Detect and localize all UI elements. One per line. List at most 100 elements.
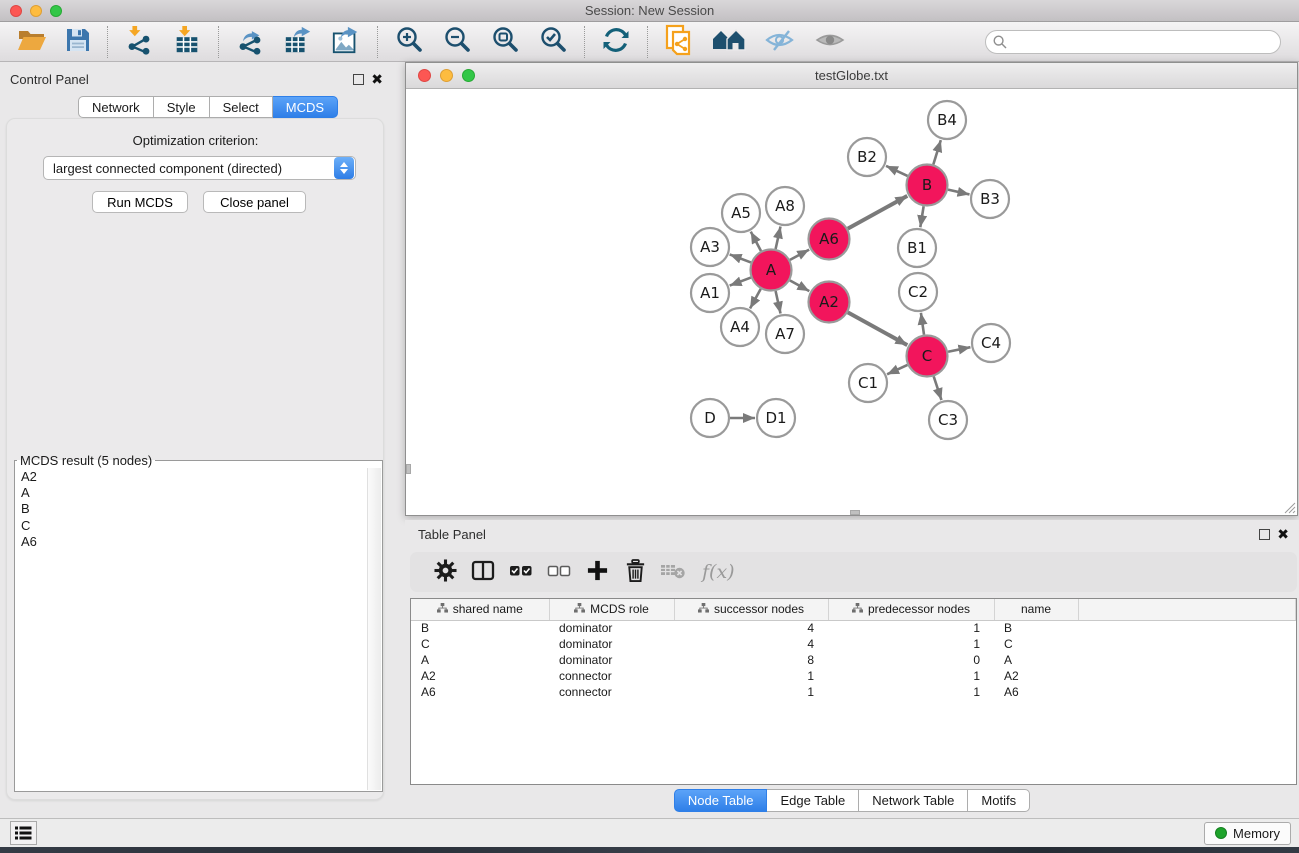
graph-edge-A-A5[interactable] <box>751 232 761 251</box>
select-all-rows-button[interactable] <box>504 555 538 589</box>
column-header-shared-name[interactable]: shared name <box>411 599 549 620</box>
canvas-scroll-indicator[interactable] <box>850 510 860 515</box>
tab-mcds[interactable]: MCDS <box>273 96 338 118</box>
graph-edge-A-A7[interactable] <box>776 291 781 313</box>
open-session-button[interactable] <box>8 24 56 60</box>
column-header-predecessor-nodes[interactable]: predecessor nodes <box>828 599 994 620</box>
graph-edge-A6-B[interactable] <box>848 196 907 229</box>
graph-edge-B-B2[interactable] <box>886 166 907 176</box>
graph-edge-A-A3[interactable] <box>730 254 751 262</box>
delete-column-button[interactable] <box>618 555 652 589</box>
graph-node-A3[interactable]: A3 <box>691 228 729 266</box>
graph-node-D[interactable]: D <box>691 399 729 437</box>
tab-style[interactable]: Style <box>154 96 210 118</box>
show-column-button[interactable] <box>466 555 500 589</box>
graph-node-A[interactable]: A <box>751 250 792 291</box>
graph-edge-B-B1[interactable] <box>920 206 923 227</box>
zoom-fit-button[interactable] <box>481 24 529 60</box>
graph-node-C2[interactable]: C2 <box>899 273 937 311</box>
graph-edge-A-A1[interactable] <box>730 278 751 286</box>
graph-edge-C-C3[interactable] <box>934 376 942 400</box>
graph-node-A5[interactable]: A5 <box>722 194 760 232</box>
graph-edge-A-A2[interactable] <box>790 280 809 291</box>
close-panel-icon[interactable]: ✖ <box>371 74 383 85</box>
graph-edge-B-B4[interactable] <box>933 140 941 164</box>
table-row[interactable]: Adominator80A <box>411 652 1296 668</box>
float-panel-icon[interactable] <box>1259 529 1270 540</box>
graph-node-C3[interactable]: C3 <box>929 401 967 439</box>
export-network-button[interactable] <box>226 24 274 60</box>
column-header-name[interactable]: name <box>994 599 1078 620</box>
export-table-button[interactable] <box>274 24 322 60</box>
mcds-result-item[interactable]: A <box>21 485 367 501</box>
float-panel-icon[interactable] <box>353 74 364 85</box>
graph-node-B2[interactable]: B2 <box>848 138 886 176</box>
memory-button[interactable]: Memory <box>1204 822 1291 845</box>
mcds-result-item[interactable]: C <box>21 518 367 534</box>
show-all-networks-button[interactable] <box>703 24 755 60</box>
graph-node-A8[interactable]: A8 <box>766 187 804 225</box>
refresh-view-button[interactable] <box>592 24 640 60</box>
table-row[interactable]: A2connector11A2 <box>411 668 1296 684</box>
show-task-history-button[interactable] <box>10 821 37 845</box>
tab-select[interactable]: Select <box>210 96 273 118</box>
graph-node-C[interactable]: C <box>907 336 948 377</box>
zoom-selected-button[interactable] <box>529 24 577 60</box>
tab-network[interactable]: Network <box>78 96 154 118</box>
graph-edge-A-A6[interactable] <box>790 250 809 260</box>
graph-node-A4[interactable]: A4 <box>721 308 759 346</box>
export-image-button[interactable] <box>322 24 370 60</box>
graph-node-B4[interactable]: B4 <box>928 101 966 139</box>
column-header-successor-nodes[interactable]: successor nodes <box>674 599 828 620</box>
delete-table-button[interactable] <box>656 555 690 589</box>
search-input[interactable] <box>985 30 1281 54</box>
network-canvas[interactable]: B4 B2 B B3 B1 A5A8A6 A3 A A1 A2 C2 A4A7 C4 C C1 C3 D D1 <box>406 89 1297 515</box>
graph-node-A1[interactable]: A1 <box>691 274 729 312</box>
function-builder-button[interactable]: f(x) <box>694 555 743 589</box>
table-row[interactable]: Bdominator41B <box>411 620 1296 636</box>
create-column-button[interactable] <box>580 555 614 589</box>
hide-graphics-details-button[interactable] <box>755 24 805 60</box>
network-window-titlebar[interactable]: testGlobe.txt <box>406 63 1297 89</box>
graph-edge-A-A4[interactable] <box>750 289 761 309</box>
mcds-result-item[interactable]: B <box>21 501 367 517</box>
tab-network-table[interactable]: Network Table <box>859 789 968 812</box>
graph-node-A7[interactable]: A7 <box>766 315 804 353</box>
tab-edge-table[interactable]: Edge Table <box>767 789 859 812</box>
graph-edge-C-C2[interactable] <box>921 313 924 335</box>
graph-edge-B-B3[interactable] <box>948 190 970 195</box>
tab-node-table[interactable]: Node Table <box>674 789 768 812</box>
criterion-dropdown[interactable]: largest connected component (directed) <box>43 156 356 180</box>
graph-node-A6[interactable]: A6 <box>809 219 850 260</box>
graph-edge-A-A8[interactable] <box>776 227 781 249</box>
graph-edge-C-C1[interactable] <box>887 365 907 374</box>
import-network-button[interactable] <box>115 24 163 60</box>
table-settings-button[interactable] <box>428 555 462 589</box>
column-header-mcds-role[interactable]: MCDS role <box>549 599 674 620</box>
tab-motifs[interactable]: Motifs <box>968 789 1030 812</box>
mcds-result-item[interactable]: A2 <box>21 469 367 485</box>
graph-node-B[interactable]: B <box>907 165 948 206</box>
canvas-scroll-indicator[interactable] <box>406 464 411 474</box>
run-mcds-button[interactable]: Run MCDS <box>92 191 188 213</box>
close-panel-button[interactable]: Close panel <box>203 191 306 213</box>
graph-node-C1[interactable]: C1 <box>849 364 887 402</box>
table-row[interactable]: A6connector11A6 <box>411 684 1296 700</box>
mcds-result-item[interactable]: A6 <box>21 534 367 550</box>
graph-node-A2[interactable]: A2 <box>809 282 850 323</box>
close-panel-icon[interactable]: ✖ <box>1277 529 1289 540</box>
resize-grip-icon[interactable] <box>1282 500 1296 514</box>
result-scrollbar[interactable] <box>367 468 381 790</box>
deselect-all-rows-button[interactable] <box>542 555 576 589</box>
graph-edge-C-C4[interactable] <box>948 347 970 352</box>
save-session-button[interactable] <box>56 24 100 60</box>
new-network-from-selection-button[interactable] <box>655 24 703 60</box>
graph-node-B1[interactable]: B1 <box>898 229 936 267</box>
table-row[interactable]: Cdominator41C <box>411 636 1296 652</box>
graph-node-B3[interactable]: B3 <box>971 180 1009 218</box>
graph-node-C4[interactable]: C4 <box>972 324 1010 362</box>
import-table-button[interactable] <box>163 24 211 60</box>
zoom-out-button[interactable] <box>433 24 481 60</box>
zoom-in-button[interactable] <box>385 24 433 60</box>
graph-node-D1[interactable]: D1 <box>757 399 795 437</box>
